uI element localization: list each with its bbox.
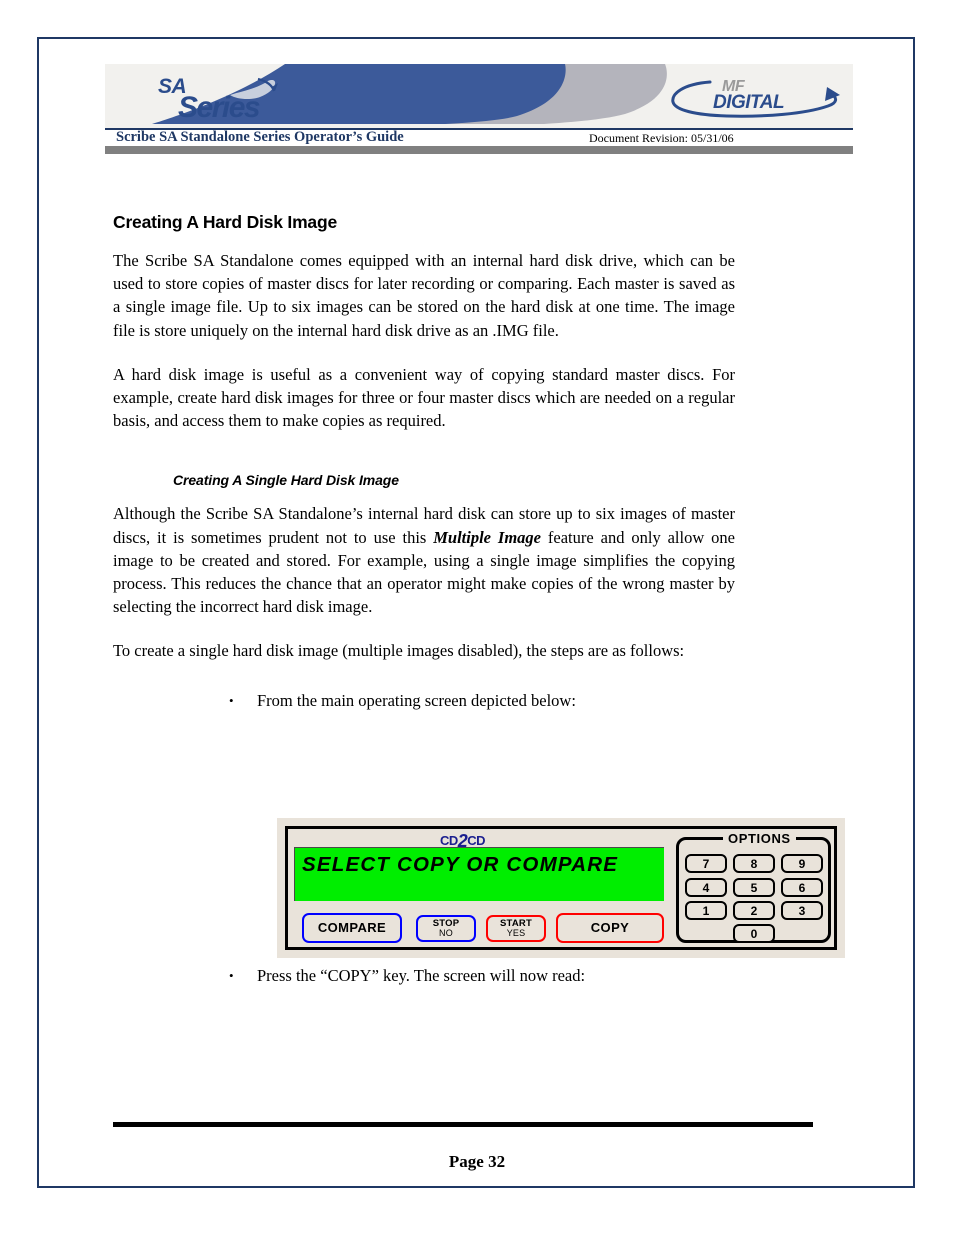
bullet-glyph: • [229, 968, 234, 983]
compare-button-label: COMPARE [317, 920, 387, 936]
page-content: Creating A Hard Disk Image The Scribe SA… [113, 212, 843, 712]
copy-button[interactable]: COPY [556, 913, 664, 943]
keypad-key-2[interactable]: 2 [733, 901, 775, 920]
keypad-key-9[interactable]: 9 [781, 854, 823, 873]
cd2cd-suffix: CD [467, 833, 486, 848]
paragraph-steps-intro: To create a single hard disk image (mult… [113, 641, 685, 661]
header-gray-bar [105, 146, 853, 154]
footer-divider-rule [113, 1122, 813, 1127]
start-yes-button[interactable]: START YES [486, 915, 546, 942]
paragraph-usefulness: A hard disk image is useful as a conveni… [113, 364, 735, 431]
header-banner: SA Series MF DIGITAL [105, 64, 853, 128]
bullet-glyph: • [229, 692, 234, 708]
list-item-label: From the main operating screen depicted … [257, 690, 576, 710]
stop-no-button[interactable]: STOP NO [416, 915, 476, 942]
list-item: • Press the “COPY” key. The screen will … [229, 964, 843, 987]
document-revision: Document Revision: 05/31/06 [589, 131, 734, 145]
page-number: Page 32 [448, 1152, 506, 1171]
options-keypad-label: OPTIONS [723, 831, 796, 846]
compare-button[interactable]: COMPARE [302, 913, 402, 943]
lcd-display-text: SELECT COPY OR COMPARE [302, 853, 619, 876]
page-title: Creating A Hard Disk Image [113, 212, 337, 232]
para3-emphasis: Multiple Image [433, 527, 541, 547]
keypad-key-6[interactable]: 6 [781, 878, 823, 897]
keypad-key-7[interactable]: 7 [685, 854, 727, 873]
keypad-key-8[interactable]: 8 [733, 854, 775, 873]
control-panel-figure: CD 2 CD SELECT COPY OR COMPARE COMPARE STO… [277, 818, 845, 958]
document-title: Scribe SA Standalone Series Operator’s G… [116, 129, 404, 145]
yes-button-label: YES [506, 927, 526, 938]
no-button-label: NO [439, 927, 453, 938]
keypad-key-1[interactable]: 1 [685, 901, 727, 920]
paragraph-single-image: Although the Scribe SA Standalone’s inte… [113, 502, 735, 618]
sa-logo-line2: Series [178, 91, 261, 124]
mf-digital-logo: MF DIGITAL [665, 74, 840, 120]
list-item-label: Press the “COPY” key. The screen will no… [257, 966, 586, 985]
cd2cd-prefix: CD [440, 833, 458, 848]
control-panel-body: CD 2 CD SELECT COPY OR COMPARE COMPARE STO… [285, 826, 837, 950]
list-item: • From the main operating screen depicte… [229, 689, 843, 712]
subsection-title: Creating A Single Hard Disk Image [173, 472, 399, 489]
paragraph-intro: The Scribe SA Standalone comes equipped … [113, 251, 735, 340]
keypad-key-3[interactable]: 3 [781, 901, 823, 920]
copy-button-label: COPY [590, 920, 630, 936]
keypad-key-4[interactable]: 4 [685, 878, 727, 897]
keypad-key-0[interactable]: 0 [733, 924, 775, 943]
mf-logo-line2: DIGITAL [713, 92, 785, 113]
document-header: SA Series MF DIGITAL Scribe SA Standalon… [105, 64, 853, 154]
lcd-display: SELECT COPY OR COMPARE [294, 847, 664, 901]
options-keypad: OPTIONS 7 8 9 4 5 6 1 2 3 0 [676, 831, 831, 943]
sa-series-logo: SA Series [140, 69, 360, 127]
header-title-bar: Scribe SA Standalone Series Operator’s G… [105, 129, 853, 146]
keypad-key-5[interactable]: 5 [733, 878, 775, 897]
